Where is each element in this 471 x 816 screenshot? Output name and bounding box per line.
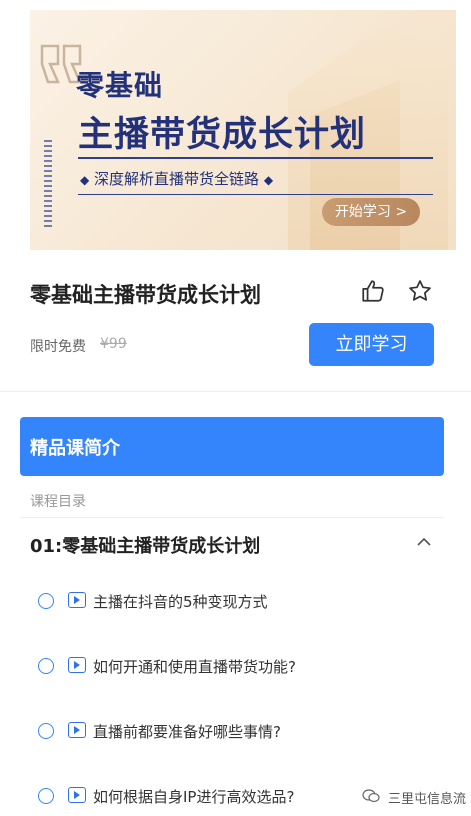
course-banner[interactable]: 零基础 主播带货成长计划 ◆ 深度解析直播带货全链路 ◆ 开始学习 >: [30, 10, 456, 250]
banner-divider: [78, 157, 433, 159]
play-icon: [68, 787, 86, 803]
watermark-text: 三里屯信息流: [388, 792, 467, 807]
lesson-item[interactable]: 主播在抖音的5种变现方式: [38, 588, 418, 614]
lesson-item[interactable]: 直播前都要准备好哪些事情?: [38, 718, 418, 744]
banner-subtitle: ◆ 深度解析直播带货全链路 ◆: [80, 168, 273, 189]
progress-circle-icon: [38, 593, 54, 609]
thumbs-up-icon[interactable]: [360, 278, 386, 304]
progress-circle-icon: [38, 788, 54, 804]
chevron-up-icon[interactable]: [415, 533, 433, 551]
progress-circle-icon: [38, 723, 54, 739]
banner-subtitle-text: 深度解析直播带货全链路: [94, 170, 260, 188]
lesson-item[interactable]: 如何根据自身IP进行高效选品?: [38, 783, 418, 809]
banner-line1: 零基础: [76, 69, 164, 102]
wechat-icon: [362, 789, 380, 803]
banner-start-button[interactable]: 开始学习 >: [322, 198, 420, 226]
price-label: 限时免费: [30, 339, 86, 355]
lesson-title: 如何根据自身IP进行高效选品?: [93, 788, 295, 806]
intro-tab[interactable]: 精品课简介: [20, 417, 444, 476]
course-title: 零基础主播带货成长计划: [30, 283, 261, 307]
progress-circle-icon: [38, 658, 54, 674]
play-icon: [68, 657, 86, 673]
diamond-icon: ◆: [80, 173, 90, 187]
intro-tab-label: 精品课简介: [30, 438, 120, 459]
lesson-title: 如何开通和使用直播带货功能?: [93, 658, 296, 676]
banner-divider-2: [78, 194, 433, 195]
lesson-title: 直播前都要准备好哪些事情?: [93, 723, 281, 741]
banner-line2: 主播带货成长计划: [78, 115, 367, 155]
star-icon[interactable]: [407, 278, 433, 304]
diamond-icon: ◆: [263, 173, 274, 187]
catalog-divider: [20, 517, 444, 518]
original-price: ¥99: [100, 336, 127, 352]
lesson-item[interactable]: 如何开通和使用直播带货功能?: [38, 653, 418, 679]
catalog-label: 课程目录: [30, 494, 86, 510]
lesson-title: 主播在抖音的5种变现方式: [93, 593, 268, 611]
banner-stripes: [44, 140, 52, 230]
study-now-button[interactable]: 立即学习: [309, 323, 434, 366]
chapter-title[interactable]: 01:零基础主播带货成长计划: [30, 532, 260, 558]
play-icon: [68, 592, 86, 608]
play-icon: [68, 722, 86, 738]
section-divider: [0, 391, 471, 392]
